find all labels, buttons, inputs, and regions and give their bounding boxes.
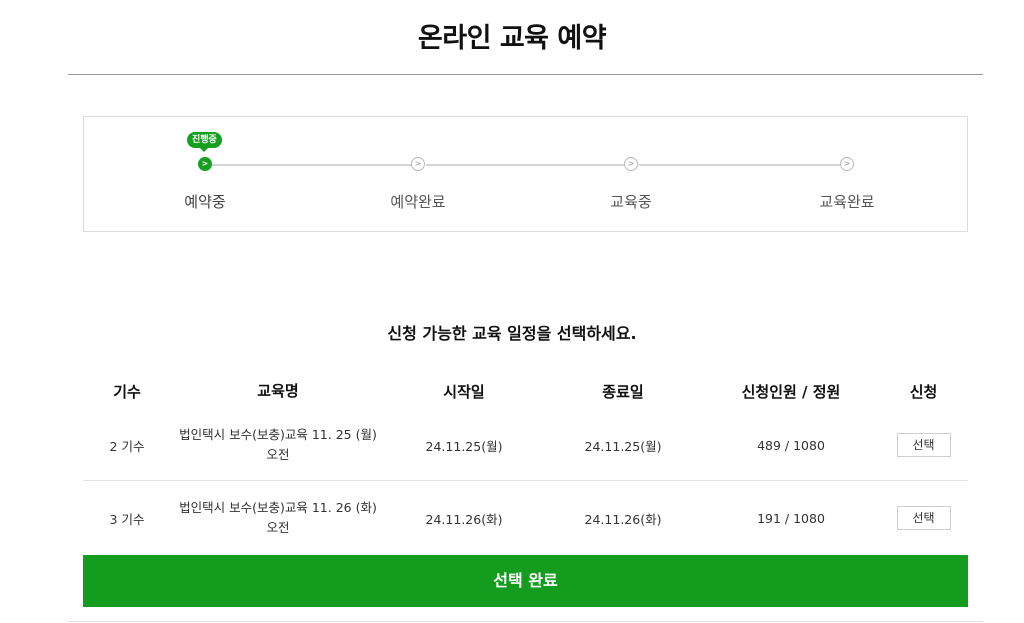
row-start: 24.11.25(월) xyxy=(425,438,503,454)
step-connector-3 xyxy=(639,164,840,166)
schedule-table: 기수 교육명 시작일 종료일 신청인원 / 정원 신청 2 기수 법인택시 보수… xyxy=(83,372,968,555)
select-button[interactable]: 선택 xyxy=(896,506,951,530)
step-4-arrow-icon: > xyxy=(840,157,854,171)
row-apply-cell: 선택 xyxy=(879,433,968,457)
step-3-label: 교육중 xyxy=(610,193,652,211)
table-row: 3 기수 법인택시 보수(보충)교육 11. 26 (화) 오전 24.11.2… xyxy=(83,481,968,555)
complete-selection-button[interactable]: 선택 완료 xyxy=(83,555,968,607)
step-1-label: 예약중 xyxy=(184,193,226,211)
select-button[interactable]: 선택 xyxy=(896,433,951,457)
row-term: 3 기수 xyxy=(109,511,145,527)
progress-steps: 진행중 > 예약중 > 예약완료 > 교육중 > 교육완료 xyxy=(83,116,968,232)
header-end: 종료일 xyxy=(602,382,644,401)
page-title: 온라인 교육 예약 xyxy=(417,23,607,54)
bottom-divider xyxy=(68,621,983,622)
step-connector-1 xyxy=(212,164,418,166)
step-connector-2 xyxy=(426,164,631,166)
table-header: 기수 교육명 시작일 종료일 신청인원 / 정원 신청 xyxy=(83,372,968,410)
step-1-arrow-icon: > xyxy=(198,157,212,171)
header-start: 시작일 xyxy=(443,382,485,401)
row-count: 191 / 1080 xyxy=(757,510,825,526)
header-count: 신청인원 / 정원 xyxy=(741,382,841,401)
row-count: 489 / 1080 xyxy=(757,437,825,453)
header-term: 기수 xyxy=(113,382,141,401)
title-divider xyxy=(68,74,983,75)
step-2-label: 예약완료 xyxy=(390,193,446,211)
row-apply-cell: 선택 xyxy=(879,506,968,530)
row-name: 법인택시 보수(보충)교육 11. 26 (화) 오전 xyxy=(179,500,377,535)
step-3-arrow-icon: > xyxy=(624,157,638,171)
step-2-arrow-icon: > xyxy=(411,157,425,171)
header-name: 교육명 xyxy=(257,382,299,400)
row-end: 24.11.25(월) xyxy=(584,438,662,454)
row-end: 24.11.26(화) xyxy=(584,511,662,527)
table-row: 2 기수 법인택시 보수(보충)교육 11. 25 (월) 오전 24.11.2… xyxy=(83,410,968,481)
header-apply: 신청 xyxy=(909,382,938,401)
instruction-text: 신청 가능한 교육 일정을 선택하세요. xyxy=(387,324,637,343)
in-progress-badge: 진행중 xyxy=(187,132,222,152)
row-start: 24.11.26(화) xyxy=(425,511,503,527)
step-4-label: 교육완료 xyxy=(819,193,875,211)
row-name: 법인택시 보수(보충)교육 11. 25 (월) 오전 xyxy=(179,427,377,462)
row-term: 2 기수 xyxy=(109,438,145,454)
